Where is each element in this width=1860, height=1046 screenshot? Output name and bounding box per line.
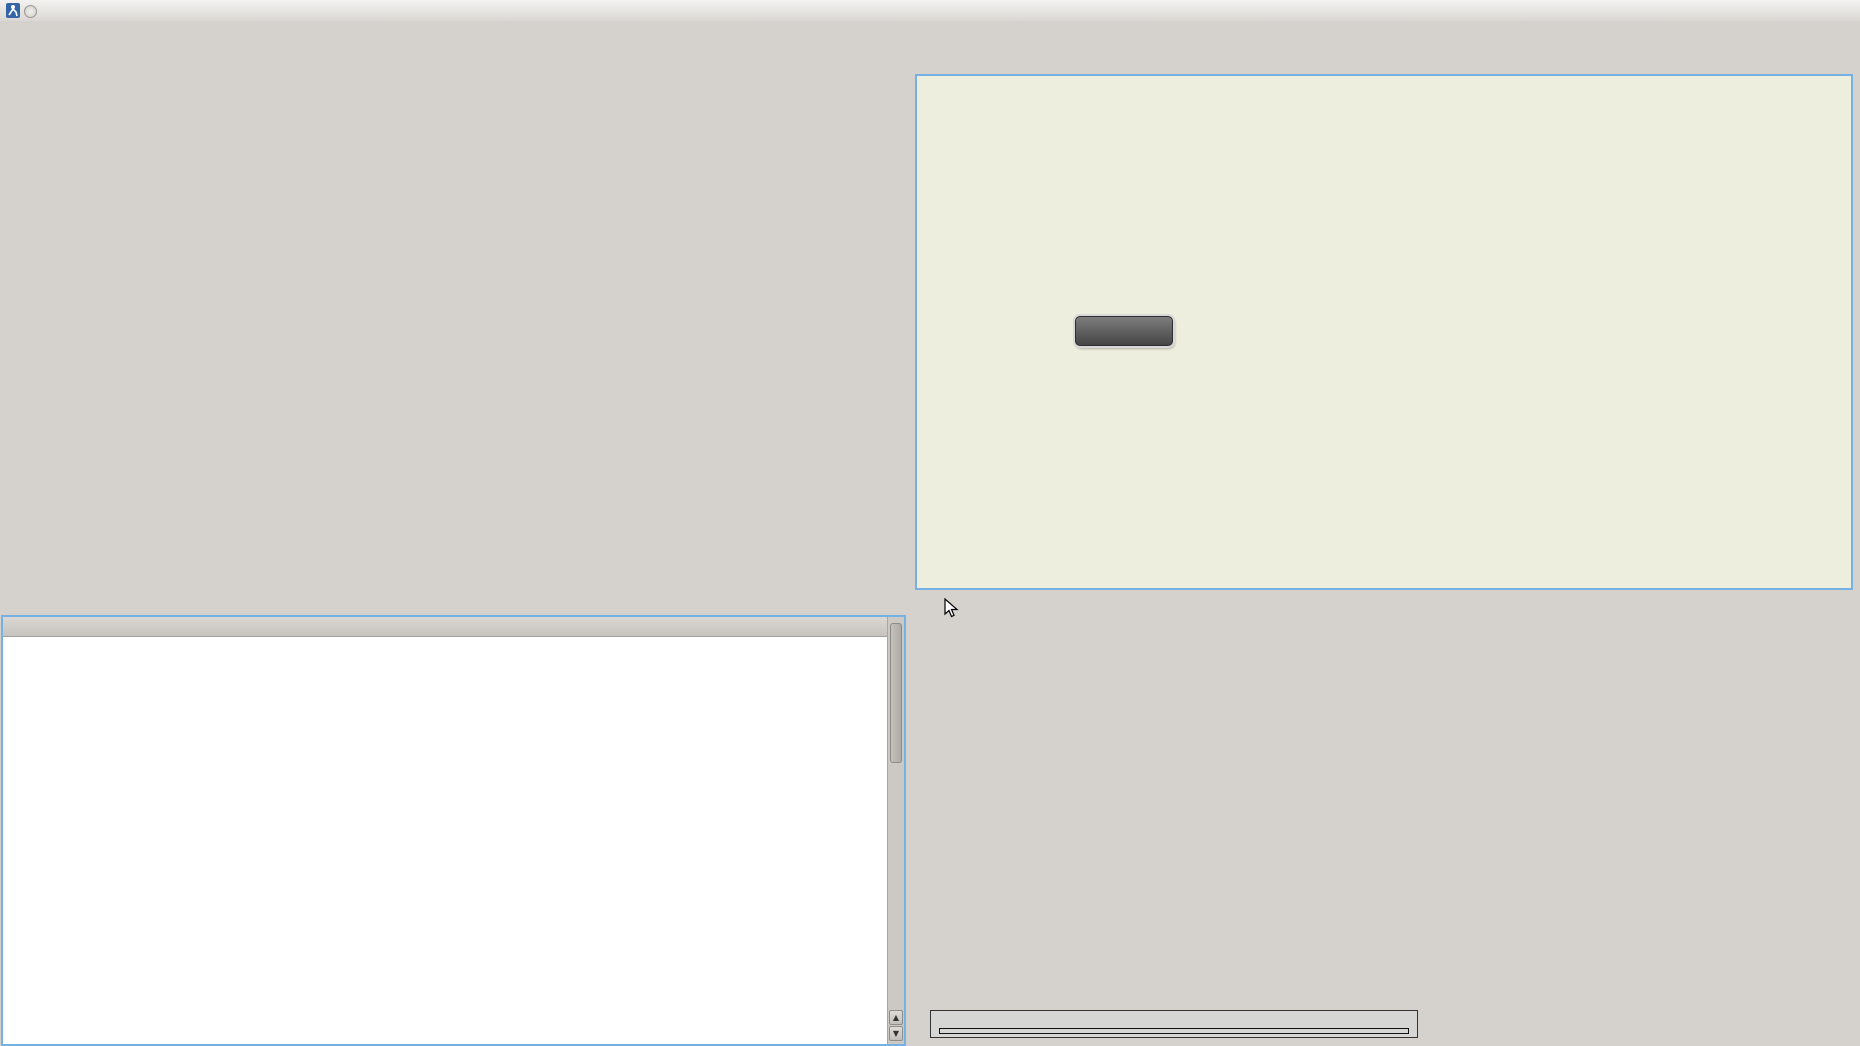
menu-bar (0, 21, 1860, 45)
tray-clock-icon (24, 5, 37, 18)
dive-list[interactable]: ▲ ▼ (1, 615, 906, 1046)
scroll-up-button[interactable]: ▲ (889, 1010, 903, 1025)
dive-site-map[interactable] (913, 613, 1860, 1046)
mouse-cursor (944, 598, 959, 618)
scroll-down-button[interactable]: ▼ (889, 1026, 903, 1041)
title-bar (0, 0, 1860, 21)
satellite-imagery (913, 613, 1860, 1046)
map-scale-bar (930, 1010, 1418, 1038)
information-button[interactable] (1075, 316, 1173, 346)
scale-segments (939, 1028, 1409, 1034)
subsurface-app-icon (6, 3, 20, 18)
scrollbar-thumb[interactable] (890, 623, 902, 763)
dive-list-header[interactable] (3, 617, 904, 637)
dive-list-scrollbar[interactable]: ▲ ▼ (887, 617, 904, 1044)
dive-profile-chart (915, 74, 1853, 590)
